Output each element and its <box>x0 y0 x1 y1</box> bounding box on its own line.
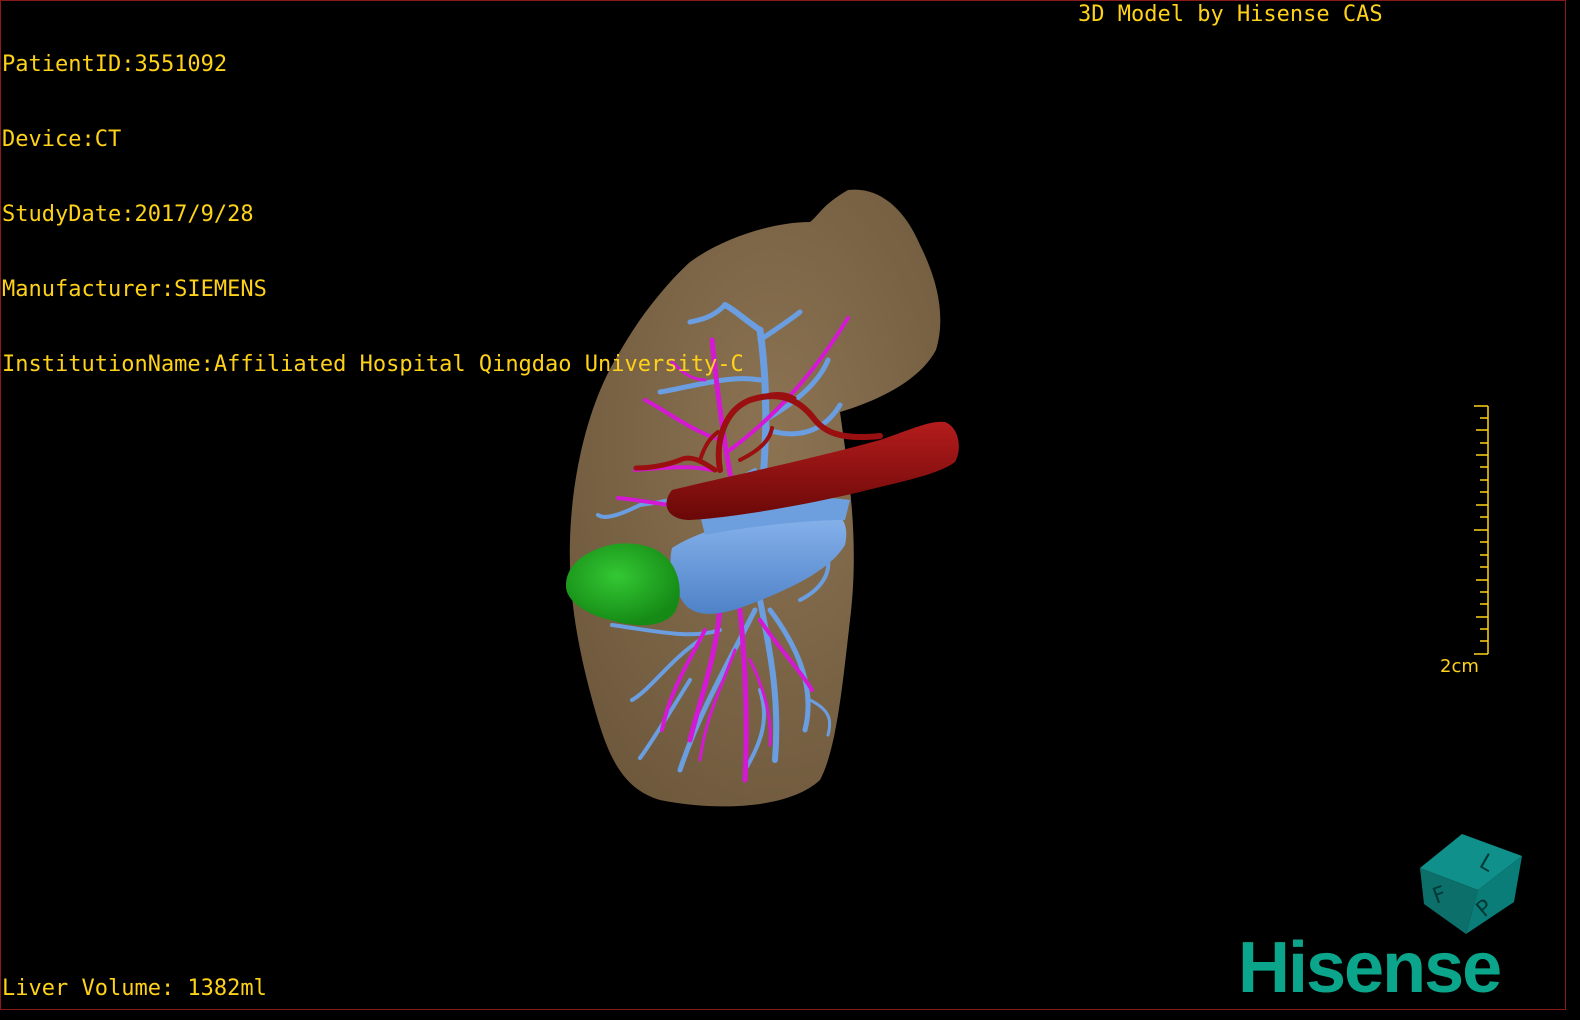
liver-volume-label: Liver Volume: 1382ml <box>2 976 267 1001</box>
device-label: Device:CT <box>2 127 122 152</box>
dicom-info-panel: PatientID:3551092 Device:CT StudyDate:20… <box>2 2 744 402</box>
model-credit-label: 3D Model by Hisense CAS <box>1078 2 1383 27</box>
orientation-cube[interactable]: F L P <box>1420 834 1522 934</box>
hisense-logo: Hisense <box>1238 928 1502 1008</box>
scale-bar <box>1474 405 1489 655</box>
study-date-label: StudyDate:2017/9/28 <box>2 202 254 227</box>
patient-id-label: PatientID:3551092 <box>2 52 228 77</box>
manufacturer-label: Manufacturer:SIEMENS <box>2 277 267 302</box>
scale-bar-label: 2cm <box>1440 656 1479 677</box>
institution-label: InstitutionName:Affiliated Hospital Qing… <box>2 352 744 377</box>
